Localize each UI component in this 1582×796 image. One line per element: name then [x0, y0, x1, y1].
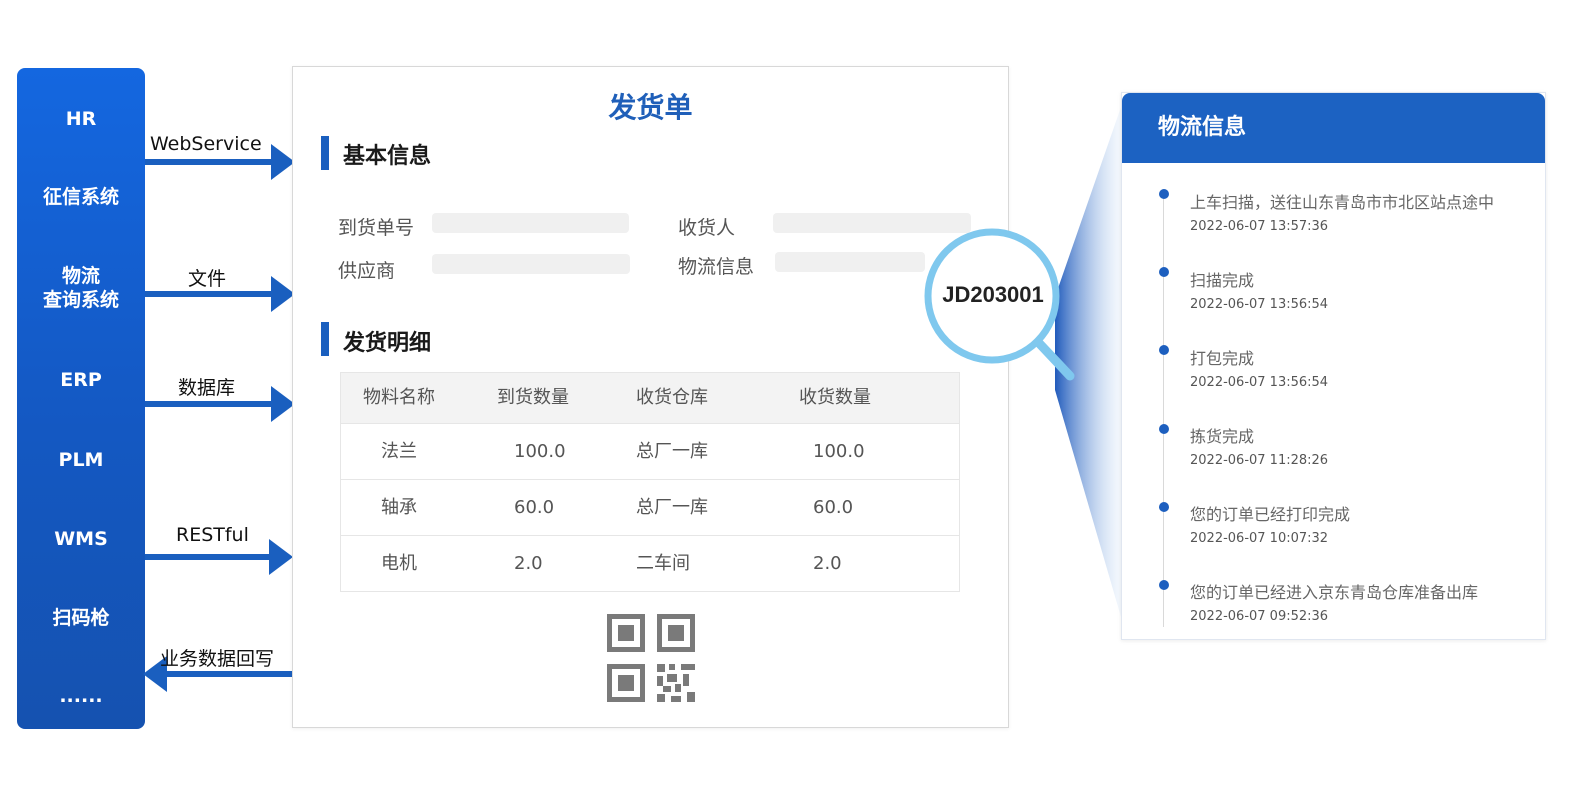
timeline-status: 上车扫描，送往山东青岛市市北区站点途中	[1190, 193, 1495, 212]
connector-label-webservice: WebService	[150, 133, 262, 155]
table-cell: 二车间	[636, 553, 690, 574]
timeline-dot	[1159, 502, 1169, 512]
table-header-cell: 收货仓库	[636, 387, 708, 408]
magnifier-icon	[924, 228, 1075, 381]
field-logistics	[775, 252, 925, 272]
tracking-code: JD203001	[942, 282, 1044, 307]
field-arrival-no	[432, 213, 629, 233]
timeline-time: 2022-06-07 13:57:36	[1190, 219, 1329, 234]
table-cell: 总厂一库	[636, 497, 708, 518]
table-cell: 法兰	[381, 441, 417, 462]
timeline-dot	[1159, 345, 1169, 355]
system-more: ......	[59, 685, 103, 707]
timeline-time: 2022-06-07 11:28:26	[1190, 453, 1329, 468]
table-header-cell: 收货数量	[799, 387, 871, 408]
system-plm: PLM	[58, 449, 104, 471]
table-row: 法兰 100.0 总厂一库 100.0	[341, 423, 959, 479]
section-basic-info: 基本信息	[343, 144, 432, 169]
logistics-info-panel: 物流信息 上车扫描，送往山东青岛市市北区站点途中 2022-06-07 13:5…	[1121, 92, 1546, 640]
source-systems-panel: HR 征信系统 物流 查询系统 ERP PLM WMS 扫码枪 ......	[17, 68, 145, 729]
table-cell: 2.0	[813, 553, 842, 574]
section-delivery-detail: 发货明细	[343, 331, 432, 356]
table-row: 轴承 60.0 总厂一库 60.0	[341, 479, 959, 535]
table-cell: 60.0	[514, 497, 555, 518]
connector-label-database: 数据库	[178, 377, 236, 399]
table-cell: 总厂一库	[636, 441, 708, 462]
field-supplier	[432, 254, 630, 274]
delivery-detail-table: 物料名称 到货数量 收货仓库 收货数量 法兰 100.0 总厂一库 100.0 …	[340, 372, 960, 592]
timeline-status: 您的订单已经打印完成	[1190, 505, 1351, 524]
field-label-logistics: 物流信息	[678, 256, 755, 278]
timeline-dot	[1159, 424, 1169, 434]
timeline-status: 打包完成	[1190, 349, 1255, 368]
system-erp: ERP	[60, 369, 102, 391]
system-logistics-query: 物流 查询系统	[42, 265, 119, 311]
timeline-status: 拣货完成	[1190, 427, 1255, 446]
timeline-dot	[1159, 267, 1169, 277]
connector-label-restful: RESTful	[176, 524, 249, 546]
system-scanner: 扫码枪	[52, 607, 110, 629]
timeline-dot	[1159, 580, 1169, 590]
document-title: 发货单	[608, 91, 693, 124]
table-cell: 100.0	[813, 441, 865, 462]
system-wms: WMS	[54, 528, 108, 550]
timeline-time: 2022-06-07 13:56:54	[1190, 375, 1329, 390]
table-cell: 60.0	[813, 497, 854, 518]
section-marker	[321, 322, 329, 356]
section-marker	[321, 136, 329, 170]
qr-code-icon	[607, 614, 695, 702]
logistics-title: 物流信息	[1122, 93, 1545, 163]
field-label-supplier: 供应商	[338, 260, 396, 282]
system-hr: HR	[65, 108, 97, 130]
field-label-arrival-no: 到货单号	[338, 217, 415, 239]
table-header-cell: 物料名称	[363, 387, 435, 408]
table-row: 电机 2.0 二车间 2.0	[341, 535, 959, 591]
system-credit: 征信系统	[42, 186, 119, 208]
timeline-time: 2022-06-07 13:56:54	[1190, 297, 1329, 312]
timeline-status: 扫描完成	[1190, 271, 1255, 290]
table-header-cell: 到货数量	[497, 387, 569, 408]
timeline-line	[1163, 189, 1164, 627]
table-cell: 2.0	[514, 553, 543, 574]
table-cell: 100.0	[514, 441, 566, 462]
field-label-receiver: 收货人	[678, 217, 736, 239]
table-cell: 轴承	[381, 497, 417, 518]
connector-label-file: 文件	[188, 268, 227, 290]
timeline-dot	[1159, 189, 1169, 199]
table-cell: 电机	[381, 553, 417, 574]
connector-label-writeback: 业务数据回写	[160, 648, 275, 670]
timeline-time: 2022-06-07 09:52:36	[1190, 609, 1329, 624]
timeline-time: 2022-06-07 10:07:32	[1190, 531, 1329, 546]
timeline-status: 您的订单已经进入京东青岛仓库准备出库	[1190, 583, 1479, 602]
table-header-row: 物料名称 到货数量 收货仓库 收货数量	[341, 373, 959, 423]
